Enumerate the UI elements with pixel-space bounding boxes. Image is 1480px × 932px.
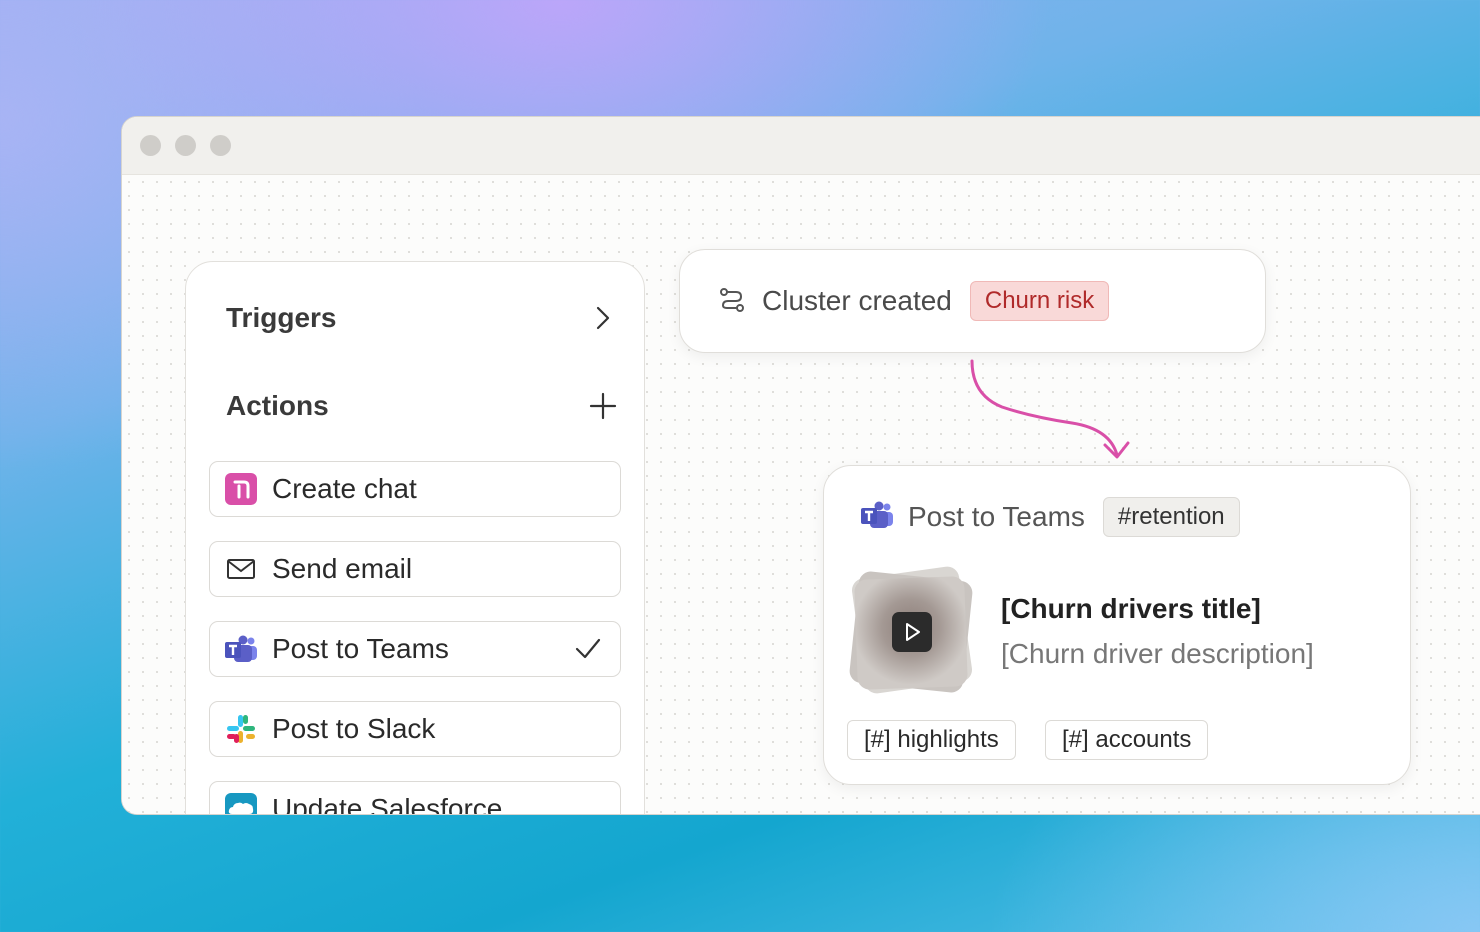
triggers-label: Triggers <box>226 302 337 333</box>
teams-icon <box>860 500 894 535</box>
mail-icon <box>224 552 258 586</box>
item-title: [Churn drivers title] <box>1001 593 1261 624</box>
action-label: Create chat <box>272 473 417 504</box>
trigger-card[interactable]: Cluster created Churn risk <box>679 249 1266 353</box>
window-maximize-button[interactable] <box>210 135 231 156</box>
actions-label: Actions <box>226 390 329 421</box>
action-post-to-teams[interactable]: Post to Teams <box>209 621 621 677</box>
channel-tag: #retention <box>1102 497 1240 537</box>
item-description: [Churn driver description] <box>1001 638 1314 669</box>
chevron-right-icon[interactable] <box>588 303 618 333</box>
actions-row: Actions <box>226 386 618 426</box>
checkmark-icon <box>574 634 602 667</box>
trigger-label: Cluster created <box>762 285 952 316</box>
triggers-row[interactable]: Triggers <box>226 298 618 338</box>
title-bar <box>122 117 1480 175</box>
action-send-email[interactable]: Send email <box>209 541 621 597</box>
workflow-canvas: Triggers Actions Create chat Send email … <box>122 175 1480 814</box>
teams-card-title: Post to Teams <box>908 501 1085 532</box>
action-update-salesforce[interactable]: Update Salesforce <box>209 781 621 815</box>
action-label: Post to Teams <box>272 633 449 664</box>
action-label: Send email <box>272 553 413 584</box>
churn-risk-tag: Churn risk <box>969 281 1110 321</box>
action-label: Update Salesforce <box>272 793 503 815</box>
post-to-teams-card[interactable]: Post to Teams #retention [Churn drivers … <box>823 465 1411 785</box>
app-window: Triggers Actions Create chat Send email … <box>121 116 1480 815</box>
video-thumbnail[interactable] <box>848 565 974 695</box>
action-label: Post to Slack <box>272 713 436 744</box>
connector-arrow <box>970 359 1130 459</box>
play-button[interactable] <box>892 612 932 652</box>
salesforce-icon <box>224 792 258 814</box>
add-action-button[interactable] <box>588 391 618 421</box>
accounts-chip[interactable]: [#] accounts <box>1045 720 1209 760</box>
plus-icon <box>589 392 617 420</box>
window-minimize-button[interactable] <box>175 135 196 156</box>
window-close-button[interactable] <box>140 135 161 156</box>
workflow-sidebar-panel: Triggers Actions Create chat Send email … <box>185 261 645 815</box>
play-icon <box>906 623 920 641</box>
action-post-to-slack[interactable]: Post to Slack <box>209 701 621 757</box>
action-create-chat[interactable]: Create chat <box>209 461 621 517</box>
slack-icon <box>224 712 258 746</box>
teams-icon <box>224 632 258 666</box>
create-chat-icon <box>224 472 258 506</box>
highlights-chip[interactable]: [#] highlights <box>847 720 1016 760</box>
cluster-icon <box>718 286 746 317</box>
